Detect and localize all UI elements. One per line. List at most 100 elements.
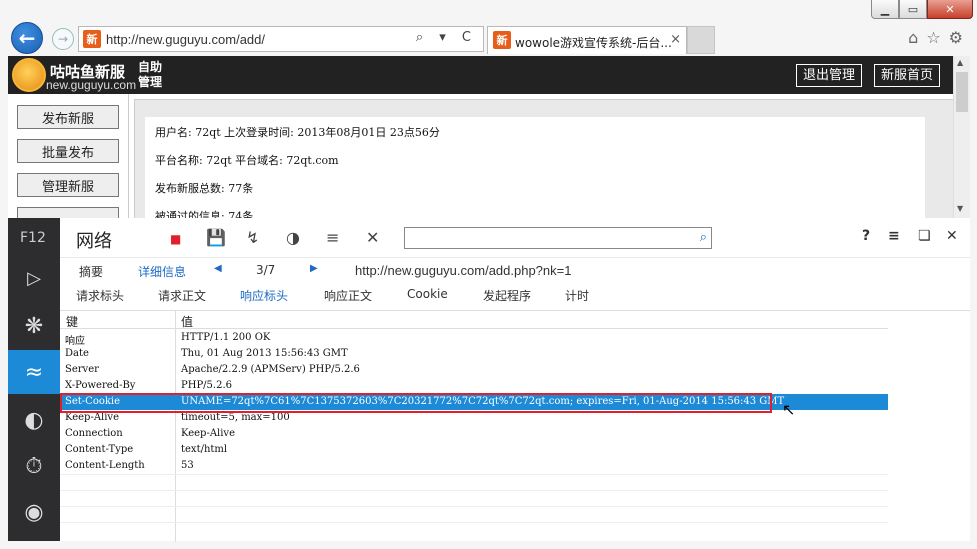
site-domain: new.guguyu.com	[46, 78, 137, 92]
content-frame: 用户名: 72qt 上次登录时间: 2013年08月01日 23点56分 平台名…	[134, 99, 953, 218]
summary-button[interactable]: 摘要	[79, 263, 103, 280]
network-wifi-icon[interactable]: ≈	[8, 350, 60, 394]
clear-entries-icon[interactable]: ≡	[326, 228, 339, 247]
minimize-button[interactable]: ▁	[871, 0, 899, 19]
table-row[interactable]: Date Thu, 01 Aug 2013 15:56:43 GMT	[60, 346, 888, 362]
key-column-header[interactable]: 键	[66, 313, 78, 330]
favorites-icon[interactable]: ☆	[926, 28, 940, 47]
undock-icon[interactable]: ❏	[918, 228, 931, 244]
table-row[interactable]: Connection Keep-Alive	[60, 426, 888, 442]
tab-initiator[interactable]: 发起程序	[483, 287, 531, 304]
new-server-home-button[interactable]: 新服首页	[874, 64, 941, 87]
forward-button[interactable]: →	[52, 28, 74, 50]
tab-request-headers[interactable]: 请求标头	[76, 287, 124, 304]
page-scrollbar[interactable]: ▲ ▼	[953, 56, 970, 218]
details-button[interactable]: 详细信息	[138, 263, 186, 280]
menu-manage-button[interactable]: 管理新服	[17, 173, 119, 197]
maximize-button[interactable]: ▭	[899, 0, 927, 19]
next-request-icon[interactable]: ▶	[310, 263, 318, 274]
publish-count: 发布新服总数: 77条	[155, 182, 254, 195]
browser-navbar: ← → 新 http://new.guguyu.com/add/ ⌕ ▾ C 新…	[0, 22, 977, 54]
settings-gear-icon[interactable]: ⚙	[949, 28, 963, 47]
browser-tab[interactable]: 新 wowole游戏宣传系统-后台... ×	[487, 26, 687, 54]
page-scroll-thumb[interactable]	[956, 72, 968, 112]
row-value: Apache/2.2.9 (APMServ) PHP/5.2.6	[181, 364, 360, 375]
table-row[interactable]: Content-Length 53	[60, 458, 888, 474]
site-favicon-icon: 新	[83, 30, 101, 48]
tab-title: wowole游戏宣传系统-后台...	[515, 36, 672, 50]
emulation-camera-icon[interactable]: ◉	[8, 490, 60, 534]
row-key: Keep-Alive	[65, 412, 120, 423]
row-value: text/html	[181, 444, 228, 455]
new-tab-button[interactable]	[687, 26, 715, 54]
grid-line	[60, 522, 888, 523]
tab-response-body[interactable]: 响应正文	[324, 287, 372, 304]
menu-batch-publish-button[interactable]: 批量发布	[17, 139, 119, 163]
tab-request-body[interactable]: 请求正文	[158, 287, 206, 304]
address-bar[interactable]: 新 http://new.guguyu.com/add/ ⌕ ▾ C	[78, 26, 484, 52]
menu-publish-button[interactable]: 发布新服	[17, 105, 119, 129]
search-icon[interactable]: ⌕	[700, 230, 707, 245]
find-field[interactable]: ⌕	[404, 227, 712, 249]
debugger-bug-icon[interactable]: ❋	[8, 304, 60, 348]
row-key: Date	[65, 348, 89, 359]
tab-cookie[interactable]: Cookie	[407, 287, 448, 301]
table-row[interactable]: Server Apache/2.2.9 (APMServ) PHP/5.2.6	[60, 362, 888, 378]
grid-line	[60, 506, 888, 507]
row-value: Keep-Alive	[181, 428, 236, 439]
prev-request-icon[interactable]: ◀	[214, 263, 222, 274]
row-value: timeout=5, max=100	[181, 412, 290, 423]
headers-table: 键 值 响应 HTTP/1.1 200 OK Date Thu, 01 Aug …	[60, 310, 888, 542]
home-icon[interactable]: ⌂	[908, 28, 918, 47]
import-icon[interactable]: ↯	[246, 228, 259, 247]
table-row[interactable]: 响应 HTTP/1.1 200 OK	[60, 330, 888, 347]
help-button[interactable]: ?	[862, 228, 870, 244]
row-value: Thu, 01 Aug 2013 15:56:43 GMT	[181, 348, 348, 359]
row-key: Content-Type	[65, 444, 134, 455]
menu-more-button[interactable]: ...	[17, 207, 119, 218]
row-key: X-Powered-By	[65, 380, 136, 391]
fish-logo-icon	[12, 58, 46, 92]
window-controls: ▁ ▭ ✕	[871, 0, 973, 19]
address-text[interactable]: http://new.guguyu.com/add/	[106, 32, 265, 47]
request-index: 3/7	[256, 263, 276, 277]
table-header: 键 值	[60, 311, 888, 329]
cache-icon[interactable]: ◑	[286, 228, 300, 247]
network-tool-title: 网络	[76, 231, 112, 252]
site-tag: 自助管理	[138, 60, 163, 89]
user-login-info: 用户名: 72qt 上次登录时间: 2013年08月01日 23点56分	[155, 126, 440, 139]
save-icon[interactable]: 💾	[206, 228, 226, 247]
find-input[interactable]	[405, 228, 685, 248]
request-nav-row: 摘要 详细信息 ◀ 3/7 ▶ http://new.guguyu.com/ad…	[60, 258, 970, 282]
close-window-button[interactable]: ✕	[927, 0, 973, 19]
address-tools[interactable]: ⌕ ▾ C	[416, 30, 477, 45]
table-row[interactable]: Content-Type text/html	[60, 442, 888, 458]
network-toolbar: 网络 ■ 💾 ↯ ◑ ≡ ✕ ⌕ ? ≡ ❏ ✕	[60, 218, 970, 258]
back-button[interactable]: ←	[11, 22, 43, 54]
tab-favicon-icon: 新	[493, 31, 511, 49]
tab-response-headers[interactable]: 响应标头	[240, 287, 288, 304]
table-row[interactable]: X-Powered-By PHP/5.2.6	[60, 378, 888, 394]
site-header: 咕咕鱼新服 new.guguyu.com 自助管理 退出管理 新服首页	[8, 56, 953, 94]
dock-icon[interactable]: ≡	[888, 228, 900, 244]
tab-close-icon[interactable]: ×	[670, 32, 681, 47]
stop-record-icon[interactable]: ■	[170, 232, 181, 246]
window-scrollbar[interactable]	[970, 56, 977, 549]
close-devtools-icon[interactable]: ✕	[946, 228, 958, 244]
row-key: Server	[65, 364, 99, 375]
browser-right-icons: ⌂ ☆ ⚙	[908, 28, 963, 47]
tab-timing[interactable]: 计时	[565, 287, 589, 304]
row-value: 53	[181, 460, 194, 471]
row-key: Content-Length	[65, 460, 145, 471]
page-viewport: 咕咕鱼新服 new.guguyu.com 自助管理 退出管理 新服首页 发布新服…	[8, 56, 953, 218]
logout-button[interactable]: 退出管理	[796, 64, 863, 87]
clear-x-icon[interactable]: ✕	[366, 228, 379, 247]
memory-clock-icon[interactable]: ⏱	[8, 444, 60, 488]
mouse-cursor-icon: ↖	[782, 400, 796, 419]
console-icon[interactable]: ▷	[8, 256, 60, 300]
performance-gauge-icon[interactable]: ◐	[8, 398, 60, 442]
approved-count: 被通过的信息: 74条	[155, 210, 254, 218]
f12-label: F12	[20, 230, 46, 246]
value-column-header[interactable]: 值	[181, 313, 193, 330]
row-value: PHP/5.2.6	[181, 380, 232, 391]
